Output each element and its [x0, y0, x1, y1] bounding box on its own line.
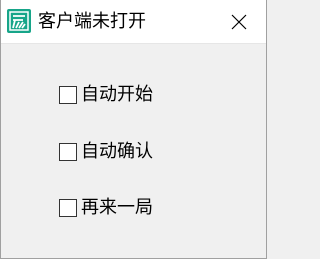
title-bar[interactable]: 客户端未打开 — [1, 0, 266, 44]
auto-confirm-checkbox-row[interactable]: 自动确认 — [59, 140, 153, 164]
app-logo-icon — [7, 9, 31, 33]
dialog-window: 客户端未打开 自动开始 自动确认 再来一局 — [0, 0, 267, 259]
play-again-checkbox-row[interactable]: 再来一局 — [59, 196, 153, 220]
auto-start-label[interactable]: 自动开始 — [81, 83, 153, 107]
auto-confirm-label[interactable]: 自动确认 — [81, 140, 153, 164]
auto-confirm-checkbox[interactable] — [59, 143, 77, 161]
auto-start-checkbox-row[interactable]: 自动开始 — [59, 83, 153, 107]
dialog-body: 自动开始 自动确认 再来一局 — [1, 44, 266, 259]
window-title: 客户端未打开 — [38, 11, 146, 32]
auto-start-checkbox[interactable] — [59, 86, 77, 104]
play-again-checkbox[interactable] — [59, 199, 77, 217]
play-again-label[interactable]: 再来一局 — [81, 196, 153, 220]
close-button[interactable] — [212, 0, 266, 44]
close-icon — [231, 14, 247, 30]
